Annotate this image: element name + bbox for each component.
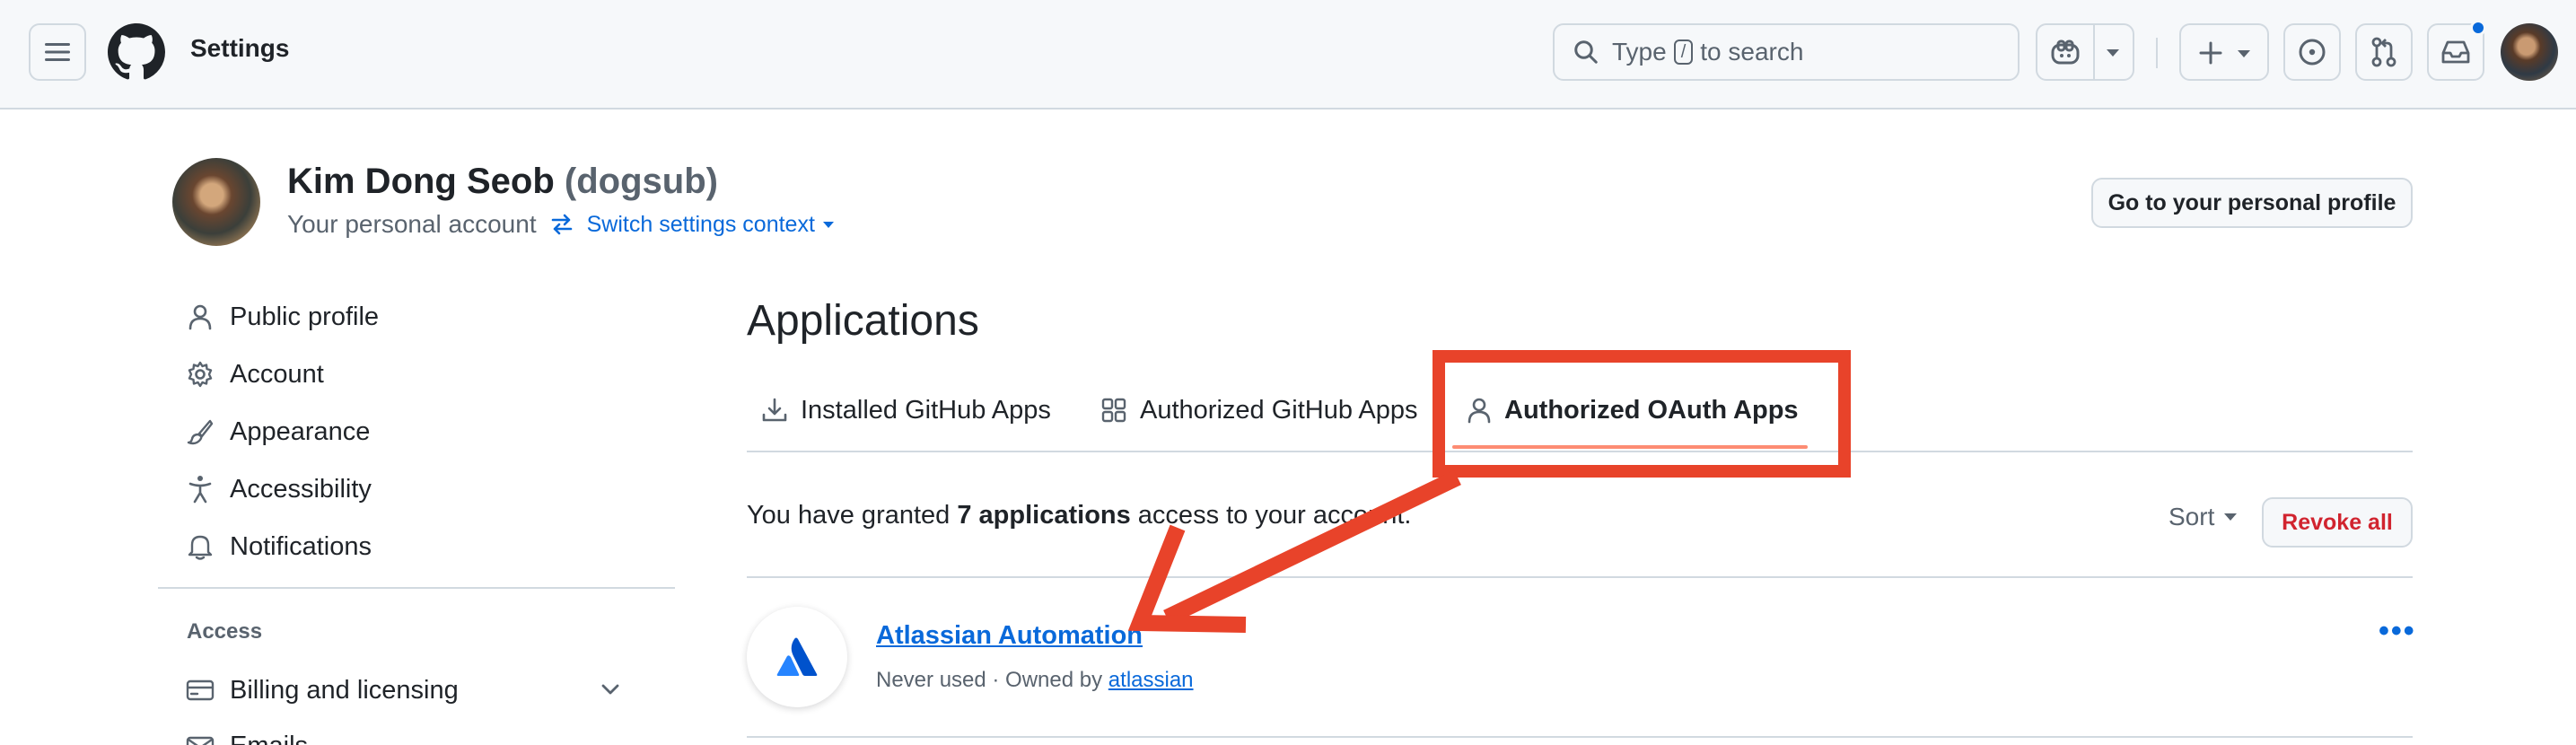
- display-name: Kim Dong Seob: [287, 162, 555, 201]
- sidebar-item-billing[interactable]: Billing and licensing: [185, 668, 652, 713]
- tab-authorized-github-apps[interactable]: Authorized GitHub Apps: [1100, 388, 1418, 433]
- context-title[interactable]: Settings: [190, 34, 289, 63]
- login-name: (dogsub): [564, 162, 718, 201]
- account-avatar: [172, 158, 260, 246]
- account-subtitle: Your personal account Switch settings co…: [287, 210, 835, 239]
- app-meta: Never used · Owned by atlassian: [876, 668, 1194, 693]
- apps-icon: [1100, 397, 1127, 424]
- app-usage: Never used · Owned by: [876, 668, 1108, 692]
- issue-icon: [2299, 39, 2326, 66]
- list-divider: [747, 736, 2413, 738]
- hamburger-icon: [45, 43, 70, 61]
- inbox-icon: [2441, 40, 2470, 64]
- tab-label: Authorized GitHub Apps: [1140, 395, 1418, 425]
- page-title: Applications: [747, 297, 979, 345]
- sidebar-section-heading: Access: [187, 619, 263, 644]
- sidebar-item-notifications[interactable]: Notifications: [185, 524, 652, 569]
- search-icon: [1574, 40, 1598, 64]
- sidebar-item-label: Accessibility: [230, 474, 372, 504]
- triangle-down-icon[interactable]: [2106, 48, 2120, 57]
- triangle-down-icon: [2224, 513, 2238, 521]
- pull-request-icon: [2371, 37, 2396, 67]
- sidebar-item-label: Appearance: [230, 416, 371, 446]
- grant-before: You have granted: [747, 501, 958, 530]
- sort-dropdown[interactable]: Sort: [2169, 503, 2238, 531]
- sidebar-item-accessibility[interactable]: Accessibility: [185, 467, 652, 512]
- triangle-down-icon: [822, 221, 834, 228]
- sidebar-divider: [158, 587, 675, 589]
- user-menu-avatar[interactable]: [2501, 23, 2558, 81]
- search-prefix: Type: [1612, 38, 1667, 66]
- open-menu-button[interactable]: [29, 23, 86, 81]
- search-suffix: to search: [1700, 38, 1804, 66]
- tab-label: Installed GitHub Apps: [801, 395, 1051, 425]
- github-mark-icon[interactable]: [108, 23, 165, 81]
- bell-icon: [185, 531, 215, 562]
- app-owner-link[interactable]: atlassian: [1108, 668, 1194, 692]
- sort-label: Sort: [2169, 503, 2215, 530]
- sidebar-item-public-profile[interactable]: Public profile: [185, 294, 652, 339]
- tab-installed-github-apps[interactable]: Installed GitHub Apps: [761, 388, 1051, 433]
- list-divider: [747, 576, 2413, 578]
- sidebar-item-label: Billing and licensing: [230, 675, 459, 705]
- atlassian-logo-icon: [747, 607, 847, 707]
- sidebar-item-label: Emails: [230, 732, 308, 745]
- grant-summary: You have granted 7 applications access t…: [747, 501, 1411, 530]
- your-issues-button[interactable]: [2283, 23, 2341, 81]
- grant-after: access to your account.: [1130, 501, 1412, 530]
- account-type-label: Your personal account: [287, 210, 537, 238]
- go-to-profile-button[interactable]: Go to your personal profile: [2091, 178, 2413, 228]
- your-pull-requests-button[interactable]: [2355, 23, 2413, 81]
- button-divider: [2093, 25, 2095, 79]
- mail-icon: [185, 731, 215, 745]
- copilot-icon[interactable]: [2050, 38, 2081, 66]
- search-input[interactable]: Type / to search: [1553, 23, 2020, 81]
- plus-icon: [2199, 41, 2222, 65]
- credit-card-icon: [185, 675, 215, 706]
- grant-count: 7 applications: [957, 501, 1131, 530]
- revoke-all-button[interactable]: Revoke all: [2262, 497, 2413, 548]
- unread-notification-dot: [2470, 20, 2486, 36]
- person-icon: [185, 302, 215, 332]
- copilot-button-group[interactable]: [2036, 23, 2134, 81]
- chevron-down-icon[interactable]: [600, 677, 621, 702]
- arrow-switch-icon: [551, 214, 572, 235]
- create-new-button[interactable]: [2179, 23, 2269, 81]
- annotation-highlight-box: [1433, 350, 1851, 478]
- sidebar-item-account[interactable]: Account: [185, 352, 652, 397]
- triangle-down-icon: [2238, 50, 2250, 57]
- search-shortcut-key: /: [1673, 39, 1694, 65]
- sidebar-item-label: Public profile: [230, 302, 380, 331]
- sidebar-item-label: Account: [230, 359, 324, 389]
- accessibility-icon: [185, 474, 215, 504]
- sidebar-item-appearance[interactable]: Appearance: [185, 409, 652, 454]
- account-name: Kim Dong Seob (dogsub): [287, 162, 718, 202]
- switch-settings-context-link[interactable]: Switch settings context: [549, 212, 835, 238]
- sidebar-item-emails[interactable]: Emails: [185, 723, 652, 745]
- app-name-link[interactable]: Atlassian Automation: [876, 621, 1143, 651]
- kebab-menu-icon[interactable]: •••: [2379, 614, 2416, 649]
- switch-label: Switch settings context: [586, 211, 815, 237]
- sidebar-item-label: Notifications: [230, 531, 372, 561]
- paintbrush-icon: [185, 416, 215, 447]
- download-icon: [761, 397, 788, 424]
- header-separator: [2156, 38, 2158, 68]
- gear-icon: [185, 359, 215, 390]
